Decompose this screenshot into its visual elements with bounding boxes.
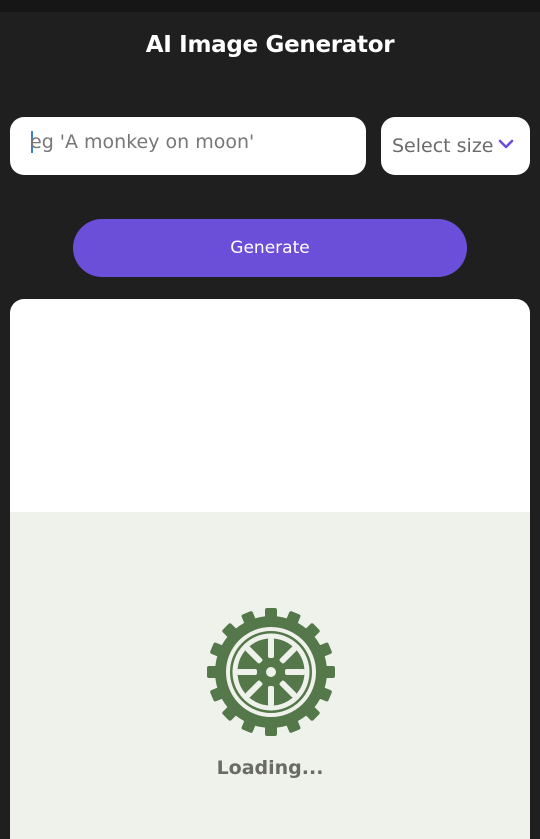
loader-panel: Loading... bbox=[10, 512, 530, 839]
status-strip bbox=[0, 0, 540, 12]
chevron-down-icon bbox=[498, 139, 514, 149]
size-select[interactable]: Select size bbox=[381, 117, 530, 175]
result-card: Loading... bbox=[10, 299, 530, 839]
size-select-label: Select size bbox=[392, 135, 494, 157]
prompt-field[interactable] bbox=[10, 117, 366, 175]
prompt-input[interactable] bbox=[30, 127, 350, 157]
page-title: AI Image Generator bbox=[145, 32, 395, 58]
wheel-icon bbox=[207, 608, 335, 736]
loading-label: Loading... bbox=[216, 757, 324, 779]
generate-button[interactable]: Generate bbox=[73, 219, 467, 277]
